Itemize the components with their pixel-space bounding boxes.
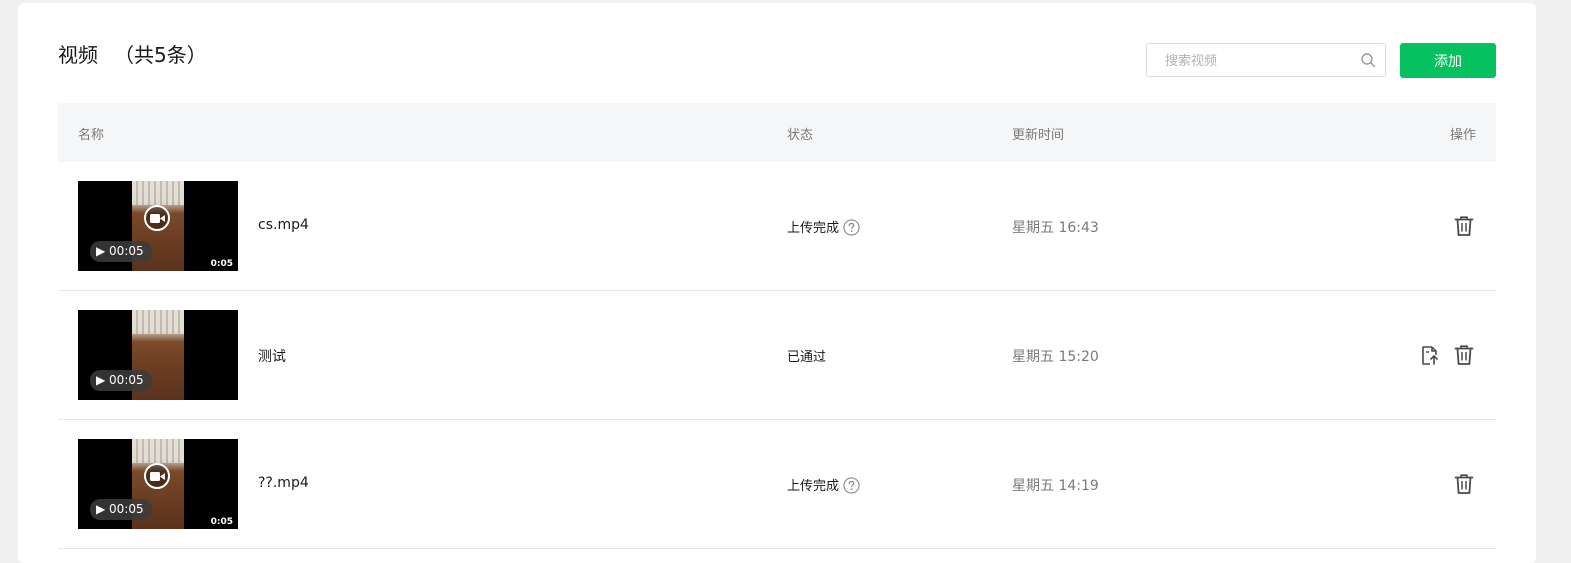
duration-badge: ▶ 00:05 — [90, 370, 152, 391]
page-title-text: 视频 — [58, 43, 98, 67]
video-name: 测试 — [258, 349, 286, 365]
trash-icon[interactable] — [1452, 343, 1476, 367]
status-text: 已通过 — [787, 350, 827, 365]
video-camera-icon — [144, 205, 170, 231]
video-name: ??.mp4 — [258, 475, 309, 491]
duration-label: 0:05 — [210, 259, 233, 269]
table-row: ▶ 00:05 测试 已通过 星期五 15:20 — [58, 291, 1496, 420]
search-input[interactable] — [1163, 44, 1357, 78]
status-cell: 已通过 — [787, 346, 826, 365]
page-title: 视频 （共5条） — [58, 39, 207, 68]
help-icon[interactable] — [843, 476, 860, 494]
table-header: 名称 状态 更新时间 操作 — [58, 103, 1496, 162]
column-header-actions: 操作 — [1449, 128, 1476, 143]
duration-badge: ▶ 00:05 — [90, 241, 152, 262]
update-time: 星期五 14:19 — [1012, 478, 1099, 494]
video-name: cs.mp4 — [258, 217, 309, 233]
item-count: （共5条） — [114, 43, 207, 67]
video-thumbnail[interactable]: ▶ 00:05 0:05 — [78, 439, 238, 529]
status-text: 上传完成 — [787, 479, 840, 494]
table-row: ▶ 00:05 0:05 ??.mp4 上传完成 星期五 14:19 — [58, 420, 1496, 549]
add-button[interactable]: 添加 — [1400, 43, 1496, 78]
video-list-card: 视频 （共5条） 添加 名称 状态 更新时间 操作 — [18, 3, 1536, 563]
status-cell: 上传完成 — [787, 475, 860, 494]
update-time: 星期五 16:43 — [1012, 220, 1099, 236]
update-time: 星期五 15:20 — [1012, 349, 1099, 365]
column-header-status: 状态 — [787, 128, 814, 143]
video-camera-icon — [144, 463, 170, 489]
video-table: 名称 状态 更新时间 操作 ▶ 00:05 0:05 cs.mp4 上传完成 星… — [58, 103, 1496, 549]
status-cell: 上传完成 — [787, 217, 860, 236]
trash-icon[interactable] — [1452, 214, 1476, 238]
column-header-time: 更新时间 — [1012, 128, 1065, 143]
search-icon[interactable] — [1360, 52, 1376, 68]
video-thumbnail[interactable]: ▶ 00:05 0:05 — [78, 181, 238, 271]
duration-badge: ▶ 00:05 — [90, 499, 152, 520]
export-icon[interactable] — [1417, 343, 1441, 367]
trash-icon[interactable] — [1452, 472, 1476, 496]
status-text: 上传完成 — [787, 221, 840, 236]
table-row: ▶ 00:05 0:05 cs.mp4 上传完成 星期五 16:43 — [58, 162, 1496, 291]
duration-label: 0:05 — [210, 517, 233, 527]
column-header-name: 名称 — [78, 128, 105, 143]
search-box[interactable] — [1146, 43, 1386, 78]
video-thumbnail[interactable]: ▶ 00:05 — [78, 310, 238, 400]
help-icon[interactable] — [843, 218, 860, 236]
